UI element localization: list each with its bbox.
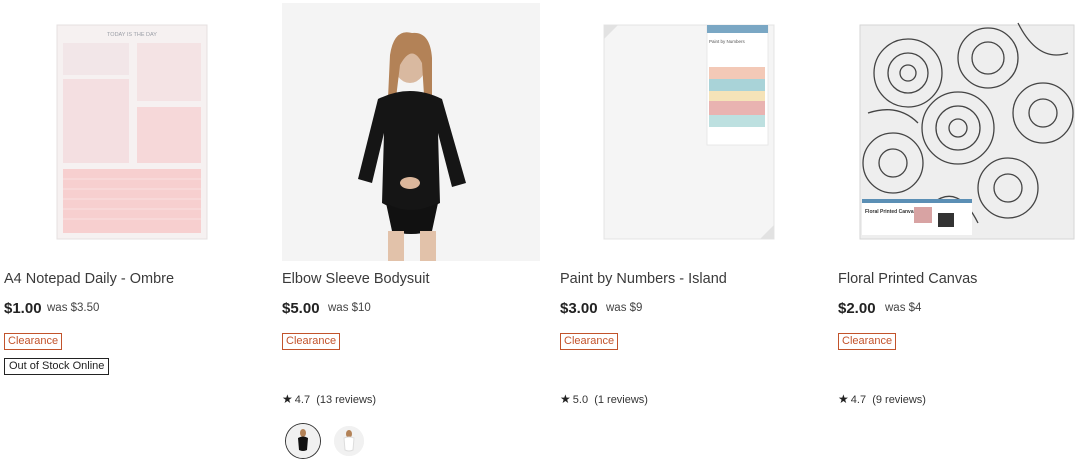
star-icon: ★ [282, 392, 293, 406]
clearance-badge: Clearance [282, 333, 341, 350]
star-icon: ★ [560, 392, 571, 406]
review-count: (13 reviews) [316, 394, 377, 406]
product-image[interactable]: Paint by Numbers [560, 3, 818, 261]
product-was-price: was $9 [606, 302, 643, 314]
product-image[interactable]: TODAY IS THE DAY [0, 3, 258, 261]
product-rating: ★ 4.7 (9 reviews) [838, 392, 926, 406]
product-image[interactable]: Floral Printed Canvas [838, 3, 1080, 261]
rating-value: 4.7 [294, 394, 311, 406]
product-price: $3.00 [560, 300, 598, 317]
product-price: $1.00 [4, 300, 42, 317]
star-icon: ★ [838, 392, 849, 406]
notepad-header: TODAY IS THE DAY [107, 32, 157, 38]
product-card[interactable]: Paint by Numbers Paint by Numbers - Isla… [560, 0, 818, 472]
product-card[interactable]: TODAY IS THE DAY A4 Notepad Daily - Ombr… [0, 0, 258, 472]
product-was-price: was $4 [885, 302, 922, 314]
product-was-price: was $10 [328, 302, 371, 314]
product-card[interactable]: Floral Printed Canvas Floral Printed Can… [838, 0, 1080, 472]
product-card[interactable]: Elbow Sleeve Bodysuit $5.00 was $10 Clea… [282, 0, 540, 472]
canvas-label: Floral Printed Canvas [865, 209, 917, 215]
clearance-badge: Clearance [4, 333, 63, 350]
product-price: $5.00 [282, 300, 320, 317]
product-was-price: was $3.50 [47, 302, 100, 314]
color-swatch-black[interactable] [286, 424, 320, 458]
clearance-badge: Clearance [560, 333, 619, 350]
clearance-badge: Clearance [838, 333, 897, 350]
product-title[interactable]: Paint by Numbers - Island [560, 271, 727, 287]
review-count: (9 reviews) [872, 394, 926, 406]
product-price: $2.00 [838, 300, 876, 317]
review-count: (1 reviews) [594, 394, 648, 406]
kit-label: Paint by Numbers [709, 39, 746, 44]
product-title[interactable]: A4 Notepad Daily - Ombre [4, 271, 174, 287]
product-title[interactable]: Elbow Sleeve Bodysuit [282, 271, 430, 287]
color-swatch-white[interactable] [334, 426, 364, 456]
product-image[interactable] [282, 3, 540, 261]
product-title[interactable]: Floral Printed Canvas [838, 271, 977, 287]
product-rating: ★ 5.0 (1 reviews) [560, 392, 648, 406]
product-rating: ★ 4.7 (13 reviews) [282, 392, 376, 406]
rating-value: 4.7 [850, 394, 867, 406]
rating-value: 5.0 [572, 394, 589, 406]
out-of-stock-badge: Out of Stock Online [4, 358, 110, 375]
